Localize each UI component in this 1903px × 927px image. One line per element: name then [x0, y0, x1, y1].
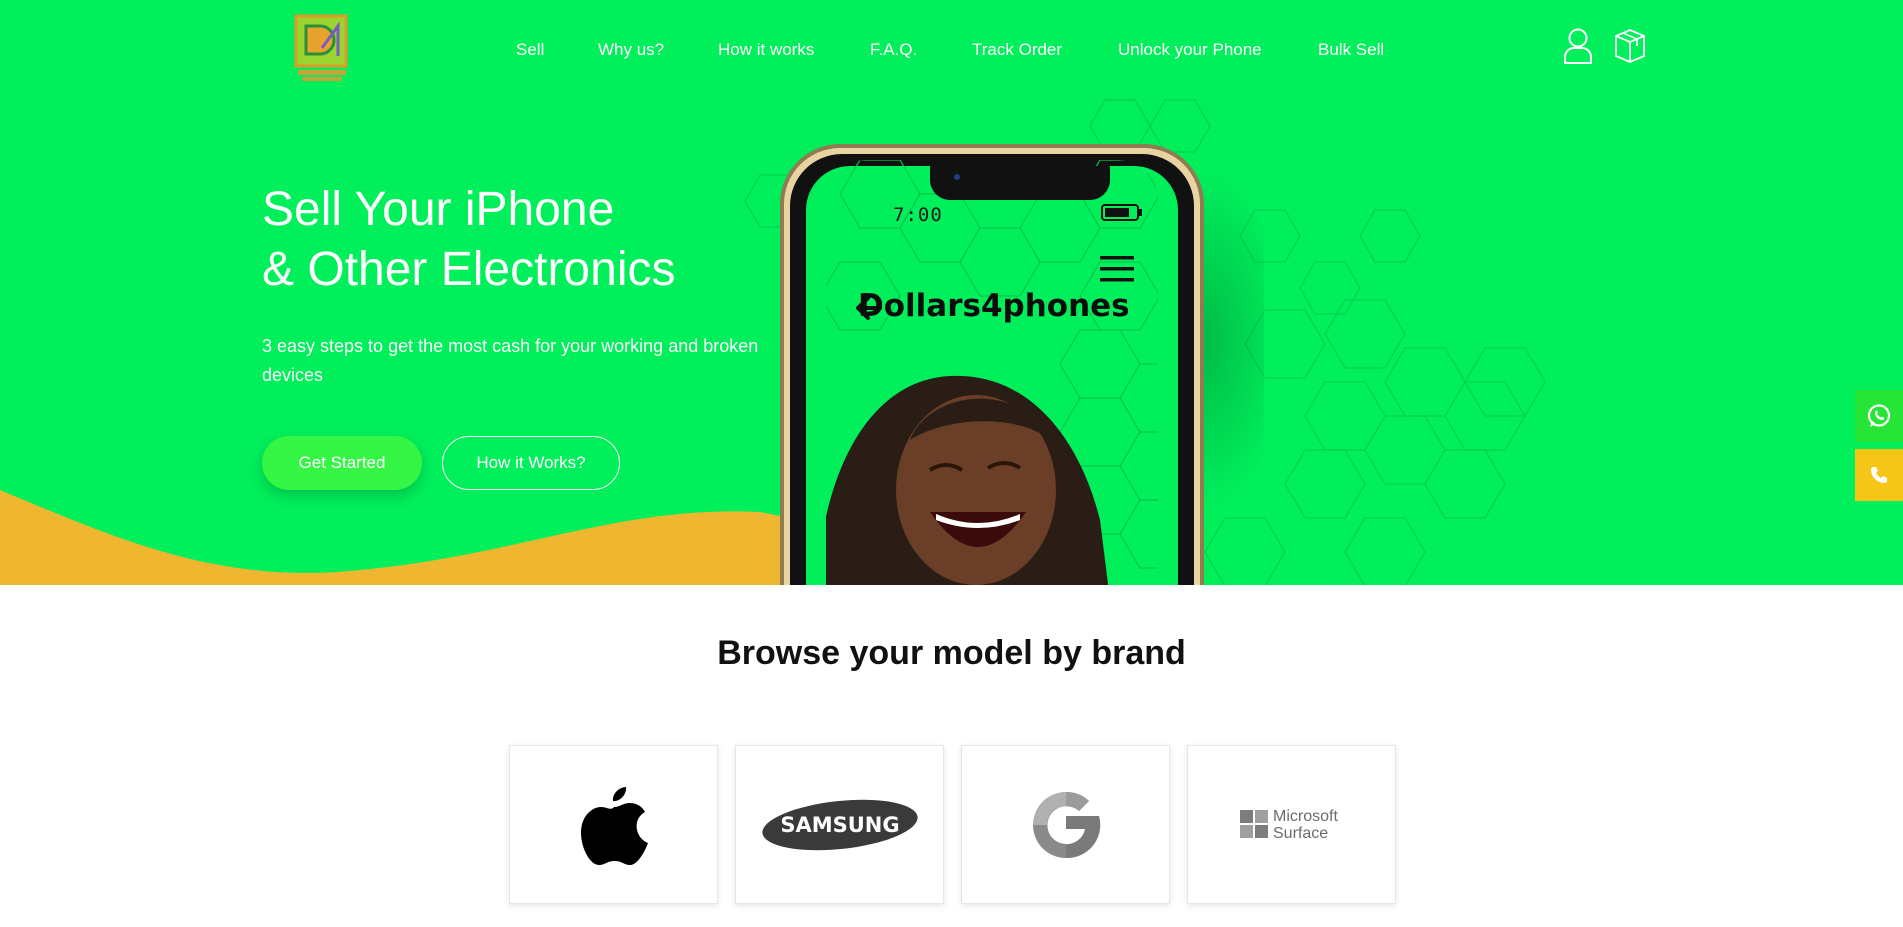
hero-title: Sell Your iPhone & Other Electronics [262, 180, 675, 300]
brand-card-samsung[interactable]: SAMSUNG [735, 745, 944, 904]
phone-icon [1871, 467, 1887, 483]
hero-subtitle: 3 easy steps to get the most cash for yo… [262, 336, 759, 385]
hero-section: Sell Why us? How it works F.A.Q. Track O… [0, 0, 1903, 585]
microsoft-label: Microsoft [1273, 808, 1338, 825]
google-logo-icon [1032, 791, 1100, 858]
nav-how-it-works[interactable]: How it works [718, 40, 814, 60]
brand-card-google[interactable] [961, 745, 1170, 904]
browse-title: Browse your model by brand [717, 634, 1186, 672]
phone-brand-text: Dollars4phones [858, 288, 1130, 324]
samsung-logo-icon: SAMSUNG [761, 799, 918, 850]
microsoft-logo-icon [1240, 810, 1268, 838]
samsung-logo-text: SAMSUNG [780, 813, 899, 837]
package-icon[interactable] [1612, 26, 1648, 66]
phone-mockup [780, 144, 1264, 585]
nav-unlock-phone[interactable]: Unlock your Phone [1118, 40, 1262, 60]
hero-title-line2: & Other Electronics [262, 243, 676, 296]
whatsapp-icon [1867, 404, 1891, 427]
user-icon[interactable] [1560, 26, 1596, 66]
how-it-works-button[interactable]: How it Works? [442, 436, 620, 490]
apple-logo-icon [580, 786, 648, 865]
hero-title-line1: Sell Your iPhone [262, 183, 615, 236]
call-button[interactable] [1855, 449, 1903, 501]
nav-sell[interactable]: Sell [516, 40, 544, 60]
phone-clock: 7:00 [893, 204, 943, 226]
dollars4phones-logo[interactable] [292, 12, 352, 86]
brand-card-apple[interactable] [509, 745, 718, 904]
nav-track-order[interactable]: Track Order [972, 40, 1062, 60]
nav-bulk-sell[interactable]: Bulk Sell [1318, 40, 1384, 60]
whatsapp-button[interactable] [1855, 390, 1903, 442]
surface-label: Surface [1273, 825, 1329, 842]
nav-faq[interactable]: F.A.Q. [870, 40, 917, 60]
page: Sell Why us? How it works F.A.Q. Track O… [0, 0, 1903, 927]
get-started-button[interactable]: Get Started [262, 436, 422, 490]
microsoft-surface-label: Microsoft Surface [1273, 808, 1338, 842]
nav-why-us[interactable]: Why us? [598, 40, 664, 60]
